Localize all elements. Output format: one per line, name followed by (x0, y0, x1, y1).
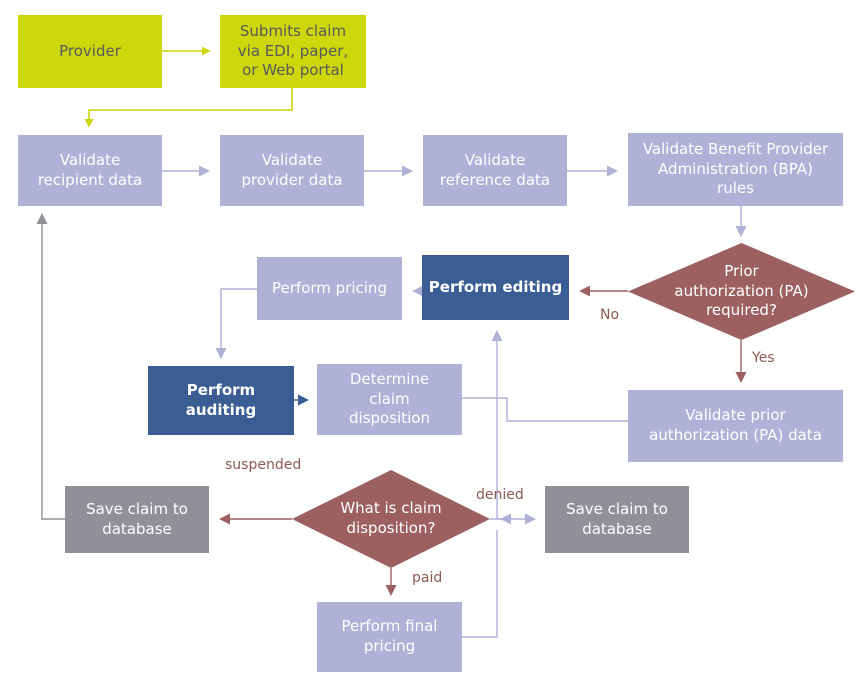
node-prior-authorization-required-label: Prior authorization (PA) required? (674, 261, 809, 320)
node-perform-editing-label: Perform editing (428, 277, 563, 296)
node-what-is-claim-disposition-label: What is claim disposition? (340, 499, 442, 537)
edge-label-paid-text: paid (412, 570, 443, 586)
edge-label-yes-text: Yes (752, 350, 775, 366)
edge-label-suspended-text: suspended (225, 457, 302, 473)
edge-label-no-text: No (600, 307, 620, 323)
edge-label-yes: Yes (752, 350, 775, 366)
edge-label-paid: paid (412, 570, 442, 586)
node-validate-bpa-rules[interactable]: Validate Benefit Provider Administration … (628, 133, 843, 206)
node-save-claim-to-database-left[interactable]: Save claim to database (65, 486, 209, 553)
node-validate-provider-data-label: Validate provider data (241, 150, 343, 189)
node-perform-editing[interactable]: Perform editing (422, 255, 569, 320)
node-validate-recipient-data-label: Validate recipient data (37, 150, 143, 189)
node-save-claim-to-database-left-label: Save claim to database (86, 499, 188, 538)
node-validate-bpa-rules-label: Validate Benefit Provider Administration … (642, 139, 829, 198)
node-validate-pa-data[interactable]: Validate prior authorization (PA) data (628, 390, 843, 462)
node-validate-provider-data[interactable]: Validate provider data (220, 135, 364, 206)
node-validate-pa-data-label: Validate prior authorization (PA) data (649, 406, 822, 444)
node-perform-final-pricing-label: Perform final pricing (341, 617, 438, 655)
node-perform-pricing[interactable]: Perform pricing (257, 257, 402, 320)
node-provider-label: Provider (59, 41, 121, 60)
node-validate-reference-data[interactable]: Validate reference data (423, 135, 567, 206)
edge-submits-recipient (84, 88, 293, 128)
node-perform-auditing[interactable]: Perform auditing (148, 366, 294, 435)
flowchart-canvas: Provider Submits claim via EDI, paper, or … (0, 0, 861, 690)
node-prior-authorization-required[interactable]: Prior authorization (PA) required? (628, 243, 855, 340)
node-save-claim-to-database-right-label: Save claim to database (566, 499, 668, 538)
edge-saveleft-recipient (36, 213, 65, 520)
edge-label-denied: denied (476, 487, 524, 503)
node-save-claim-to-database-right[interactable]: Save claim to database (545, 486, 689, 553)
node-validate-recipient-data[interactable]: Validate recipient data (18, 135, 162, 206)
edge-label-suspended: suspended (225, 457, 301, 473)
node-what-is-claim-disposition[interactable]: What is claim disposition? (292, 470, 490, 568)
node-determine-claim-disposition-label: Determine claim disposition (349, 369, 430, 428)
node-determine-claim-disposition[interactable]: Determine claim disposition (317, 364, 462, 435)
node-perform-final-pricing[interactable]: Perform final pricing (317, 602, 462, 672)
node-submits-claim-label: Submits claim via EDI, paper, or Web porta… (237, 21, 349, 80)
flowchart-edges (36, 46, 747, 638)
edge-label-no: No (600, 307, 619, 323)
edge-pricing-auditing (215, 288, 257, 359)
node-validate-reference-data-label: Validate reference data (439, 150, 551, 189)
node-perform-pricing-label: Perform pricing (272, 278, 387, 297)
node-provider[interactable]: Provider (18, 15, 162, 88)
node-submits-claim[interactable]: Submits claim via EDI, paper, or Web porta… (220, 15, 366, 88)
edge-label-denied-text: denied (476, 487, 524, 503)
node-perform-auditing-label: Perform auditing (185, 380, 257, 419)
edge-padata-editing (491, 330, 628, 422)
